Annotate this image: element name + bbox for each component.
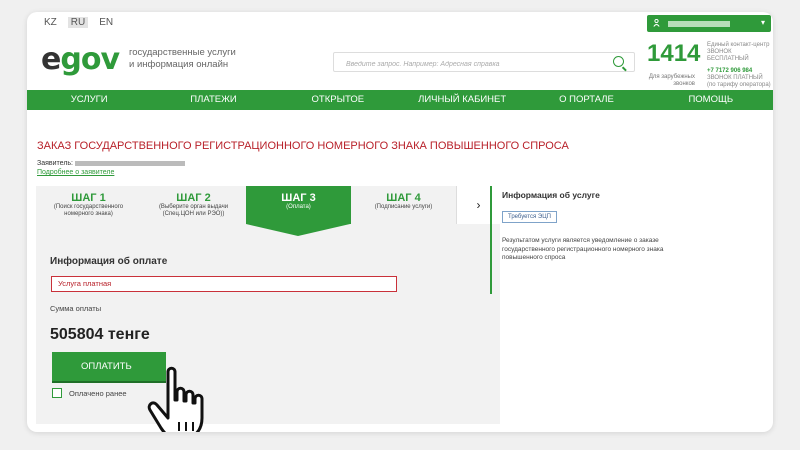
service-info-description: Результатом услуги является уведомление … [502,237,664,261]
step-1-desc-line2: номерного знака) [64,211,113,217]
nav-about[interactable]: О ПОРТАЛЕ [524,90,648,110]
step-2-title: ШАГ 2 [176,192,211,204]
search-input[interactable] [334,55,604,74]
payment-heading: Информация об оплате [50,256,168,267]
step-4-desc-line1: (Подписание услуги) [374,204,433,210]
step-4[interactable]: ШАГ 4 (Подписание услуги) [351,186,456,224]
nav-open-government[interactable]: ОТКРЫТОЕ ПРАВИТЕЛЬСТВО [276,90,400,125]
steps-panel: ШАГ 1 (Поиск государственного номерного … [36,186,500,432]
sum-label: Сумма оплаты [50,304,102,313]
lang-ru[interactable]: RU [67,17,89,28]
applicant-label: Заявитель: [37,160,74,167]
chevron-down-icon: ▾ [760,18,765,27]
paid-before-checkbox[interactable] [52,388,62,398]
lang-en[interactable]: EN [96,17,116,28]
nav-help[interactable]: ПОМОЩЬ [649,90,773,110]
header: egov государственные услуги и информация… [27,34,773,90]
hotline-free-text: Единый контакт-центр ЗВОНОК БЕСПЛАТНЫЙ [707,42,773,63]
step-4-title: ШАГ 4 [386,192,421,204]
user-name-redacted [668,20,730,27]
hotline-paid-line1: ЗВОНОК ПЛАТНЫЙ [707,75,763,81]
step-3-desc-line1: (Оплата) [286,204,311,210]
user-menu-button[interactable]: ▾ [647,15,771,32]
search-box [333,52,635,74]
hand-pointer-icon [147,366,204,432]
sum-value: 505804 тенге [50,326,150,343]
hotline-abroad-line2: звонков [673,81,695,87]
step-3-title: ШАГ 3 [281,192,316,204]
step-1-desc-line1: (Поиск государственного [53,204,124,210]
applicant-row: Заявитель: [37,160,186,167]
search-icon[interactable] [613,56,624,67]
paid-service-field: Услуга платная [51,276,397,292]
step-1-title: ШАГ 1 [71,192,106,204]
hotline-phone: +7 7172 906 984 [707,68,753,74]
egov-logo[interactable]: egov [41,42,120,77]
hotline-phone-block: +7 7172 906 984 ЗВОНОК ПЛАТНЫЙ (по тариф… [707,68,773,89]
top-bar: KZ RU EN ▾ [27,12,773,34]
hotline-paid-line2: (по тарифу оператора) [707,82,771,88]
hotline-free-line2: ЗВОНОК БЕСПЛАТНЫЙ [707,49,749,62]
applicant-name-redacted [75,161,186,166]
step-1[interactable]: ШАГ 1 (Поиск государственного номерного … [36,186,141,224]
logo-subtitle-line2: и информация онлайн [129,59,229,70]
service-info-panel: Информация об услуге Требуется ЭЦП Резул… [490,186,710,294]
hotline-abroad-text: Для зарубежных звонков [641,74,695,88]
paid-before-checkbox-row[interactable]: Оплачено ранее [52,388,127,398]
logo-suffix: gov [60,42,120,77]
lang-kz[interactable]: KZ [41,17,60,28]
logo-prefix: e [41,42,61,77]
logo-subtitle-line1: государственные услуги [129,47,236,58]
page-title: ЗАКАЗ ГОСУДАРСТВЕННОГО РЕГИСТРАЦИОННОГО … [37,140,569,152]
logo-subtitle: государственные услуги и информация онла… [129,47,236,71]
applicant-details-link[interactable]: Подробнее о заявителе [37,169,114,176]
nav-payments[interactable]: ПЛАТЕЖИ [151,90,275,110]
eds-required-badge: Требуется ЭЦП [502,211,557,223]
hotline-abroad-line1: Для зарубежных [648,74,695,80]
paid-before-label: Оплачено ранее [69,388,127,398]
steps-tabs: ШАГ 1 (Поиск государственного номерного … [36,186,500,236]
step-3[interactable]: ШАГ 3 (Оплата) [246,186,351,236]
egov-page: KZ RU EN ▾ egov государственные услуги и… [27,12,773,432]
service-info-title: Информация об услуге [502,190,600,200]
nav-personal-account[interactable]: ЛИЧНЫЙ КАБИНЕТ [400,90,524,110]
nav-services[interactable]: УСЛУГИ [27,90,151,110]
user-icon [653,18,660,29]
language-switcher: KZ RU EN [41,17,116,28]
hotline-free-line1: Единый контакт-центр [707,42,770,48]
step-2-desc-line1: (Выберите орган выдачи [158,204,229,210]
hotline-number: 1414 [647,40,701,67]
step-2-desc-line2: (Спец.ЦОН или РЭО)) [162,211,225,217]
main-nav: УСЛУГИ ПЛАТЕЖИ ОТКРЫТОЕ ПРАВИТЕЛЬСТВО ЛИ… [27,90,773,125]
step-2[interactable]: ШАГ 2 (Выберите орган выдачи (Спец.ЦОН и… [141,186,246,224]
